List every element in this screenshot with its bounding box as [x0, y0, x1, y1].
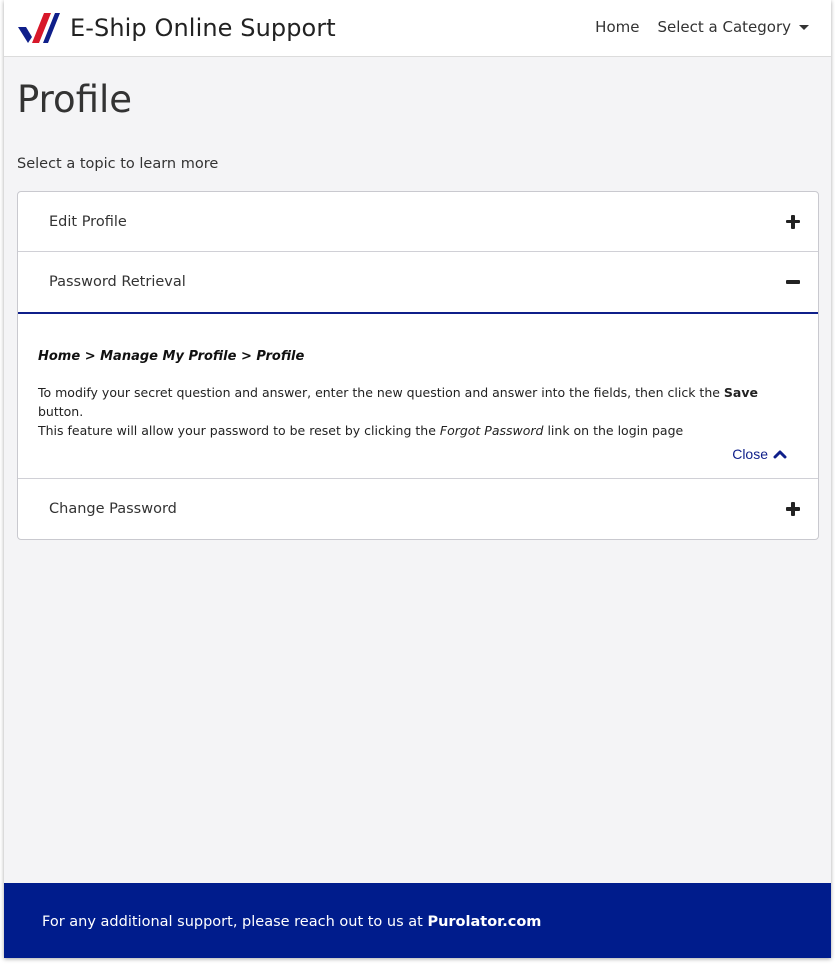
panel-description: To modify your secret question and answe… [38, 383, 798, 440]
app-frame: E-Ship Online Support Home Select a Cate… [4, 0, 831, 958]
accordion-item-label: Edit Profile [49, 213, 127, 230]
accordion-panel-password-retrieval: Home > Manage My Profile > Profile To mo… [18, 314, 818, 479]
page-subtitle: Select a topic to learn more [17, 156, 219, 172]
page-title: Profile [17, 78, 133, 121]
plus-icon [786, 214, 800, 229]
description-text: To modify your secret question and answe… [38, 385, 724, 400]
accordion-item-label: Change Password [49, 501, 177, 517]
brand[interactable]: E-Ship Online Support [18, 12, 336, 44]
purolator-link[interactable]: Purolator.com [427, 914, 541, 930]
accordion-item-change-password[interactable]: Change Password [18, 479, 818, 539]
chevron-up-icon [773, 450, 787, 459]
accordion-item-label: Password Retrieval [49, 274, 186, 290]
purolator-logo-icon [18, 13, 60, 43]
nav-home-link[interactable]: Home [595, 18, 639, 36]
footer: For any additional support, please reach… [4, 883, 831, 958]
topic-accordion: Edit Profile Password Retrieval Home > M… [17, 191, 819, 540]
save-keyword: Save [723, 385, 758, 400]
top-navbar: E-Ship Online Support Home Select a Cate… [4, 0, 831, 57]
caret-down-icon [799, 24, 809, 30]
minus-icon [786, 275, 800, 289]
accordion-item-edit-profile[interactable]: Edit Profile [18, 192, 818, 252]
category-dropdown-label: Select a Category [657, 18, 791, 36]
close-panel-link[interactable]: Close [732, 446, 787, 462]
description-text: link on the login page [543, 423, 684, 438]
breadcrumb: Home > Manage My Profile > Profile [38, 349, 305, 364]
close-label: Close [732, 446, 768, 462]
description-text: button. [38, 404, 84, 419]
category-dropdown[interactable]: Select a Category [657, 18, 809, 36]
forgot-password-keyword: Forgot Password [439, 423, 544, 438]
description-text: This feature will allow your password to… [38, 423, 440, 438]
plus-icon [786, 502, 800, 516]
footer-message: For any additional support, please reach… [42, 914, 428, 930]
accordion-item-password-retrieval[interactable]: Password Retrieval [18, 252, 818, 314]
nav-links: Home Select a Category [595, 18, 809, 36]
footer-text: For any additional support, please reach… [42, 914, 541, 930]
app-title: E-Ship Online Support [70, 14, 336, 42]
